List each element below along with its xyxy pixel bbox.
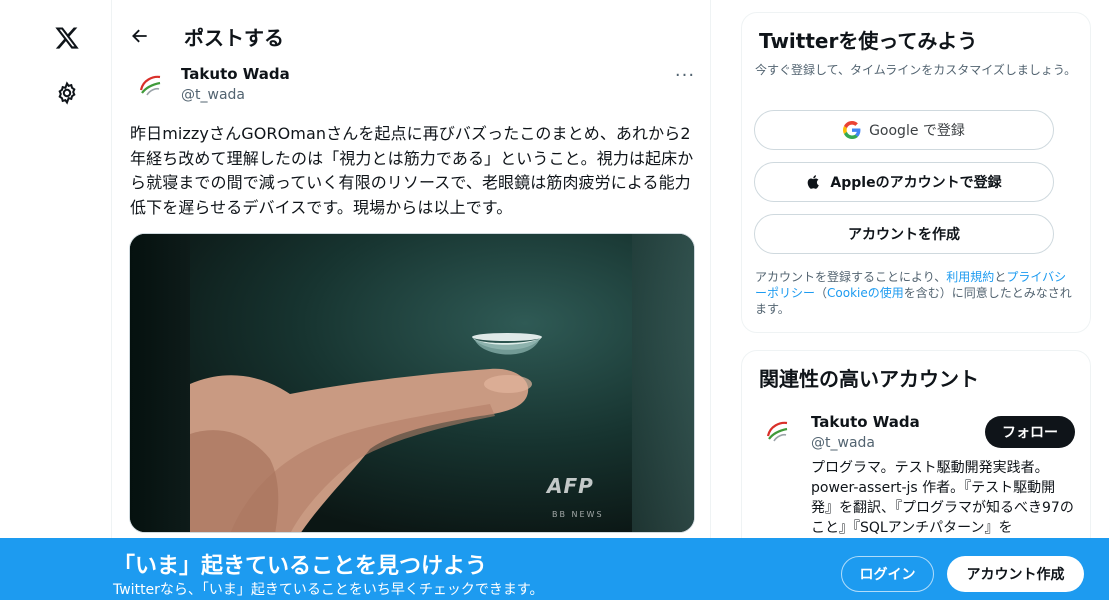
arrow-left-icon <box>132 29 147 43</box>
signup-card: Twitterを使ってみよう 今すぐ登録して、タイムラインをカスタマイズしましょ… <box>741 12 1091 333</box>
more-options-button[interactable]: ··· <box>670 62 700 88</box>
afp-watermark: AFP <box>547 474 594 498</box>
google-signup-button[interactable]: Google で登録 <box>754 110 1054 150</box>
related-accounts-title: 関連性の高いアカウント <box>759 367 979 391</box>
apple-icon <box>806 173 822 191</box>
main-column: ポストする Takuto Wada @t_wada ··· 昨日mizzyさんG… <box>111 0 711 600</box>
related-account-name[interactable]: Takuto Wada <box>811 413 920 431</box>
signup-card-subtitle: 今すぐ登録して、タイムラインをカスタマイズしましょう。 <box>755 63 1077 77</box>
google-signup-label: Google で登録 <box>869 123 965 139</box>
cookie-link[interactable]: Cookieの使用 <box>827 286 904 300</box>
terms-and: と <box>994 270 1007 284</box>
terms-text: アカウントを登録することにより、利用規約とプライバシーポリシー（Cookieの使… <box>755 269 1077 317</box>
banner-title: 「いま」起きていることを見つけよう <box>113 554 488 579</box>
banner-subtitle: Twitterなら、「いま」起きていることをいち早くチェックできます。 <box>113 582 544 598</box>
left-nav <box>0 0 112 600</box>
finger-with-contact-lens-illustration <box>190 333 542 532</box>
terms-paren-open: （ <box>815 286 828 300</box>
apple-signup-button[interactable]: Appleのアカウントで登録 <box>754 162 1054 202</box>
login-button[interactable]: ログイン <box>841 556 934 592</box>
back-button[interactable] <box>124 20 156 52</box>
apple-signup-label: Appleのアカウントで登録 <box>830 175 1002 191</box>
google-icon <box>843 121 861 139</box>
bb-news-watermark: BB NEWS <box>552 510 604 519</box>
signup-button[interactable]: アカウント作成 <box>947 556 1084 592</box>
gear-icon[interactable] <box>44 70 90 116</box>
related-account-handle[interactable]: @t_wada <box>811 435 875 451</box>
create-account-button[interactable]: アカウントを作成 <box>754 214 1054 254</box>
post-text: 昨日mizzyさんGOROmanさんを起点に再びバズったこのまとめ、あれから2年… <box>130 124 694 217</box>
related-account-bio: プログラマ。テスト駆動開発実践者。power-assert-js 作者。『テスト… <box>811 460 1074 536</box>
avatar[interactable] <box>757 411 797 451</box>
author-name[interactable]: Takuto Wada <box>181 65 290 83</box>
follow-button[interactable]: フォロー <box>985 416 1075 448</box>
terms-link[interactable]: 利用規約 <box>946 270 994 284</box>
terms-prefix: アカウントを登録することにより、 <box>755 270 947 284</box>
x-logo-icon[interactable] <box>44 15 90 61</box>
post-media-image[interactable]: AFP BB NEWS <box>129 233 695 533</box>
avatar[interactable] <box>130 65 170 105</box>
signup-banner: 「いま」起きていることを見つけよう Twitterなら、「いま」起きていることを… <box>0 538 1109 600</box>
signup-card-title: Twitterを使ってみよう <box>759 29 978 53</box>
create-account-label: アカウントを作成 <box>848 227 960 243</box>
author-handle[interactable]: @t_wada <box>181 87 245 103</box>
page-title: ポストする <box>184 26 284 50</box>
